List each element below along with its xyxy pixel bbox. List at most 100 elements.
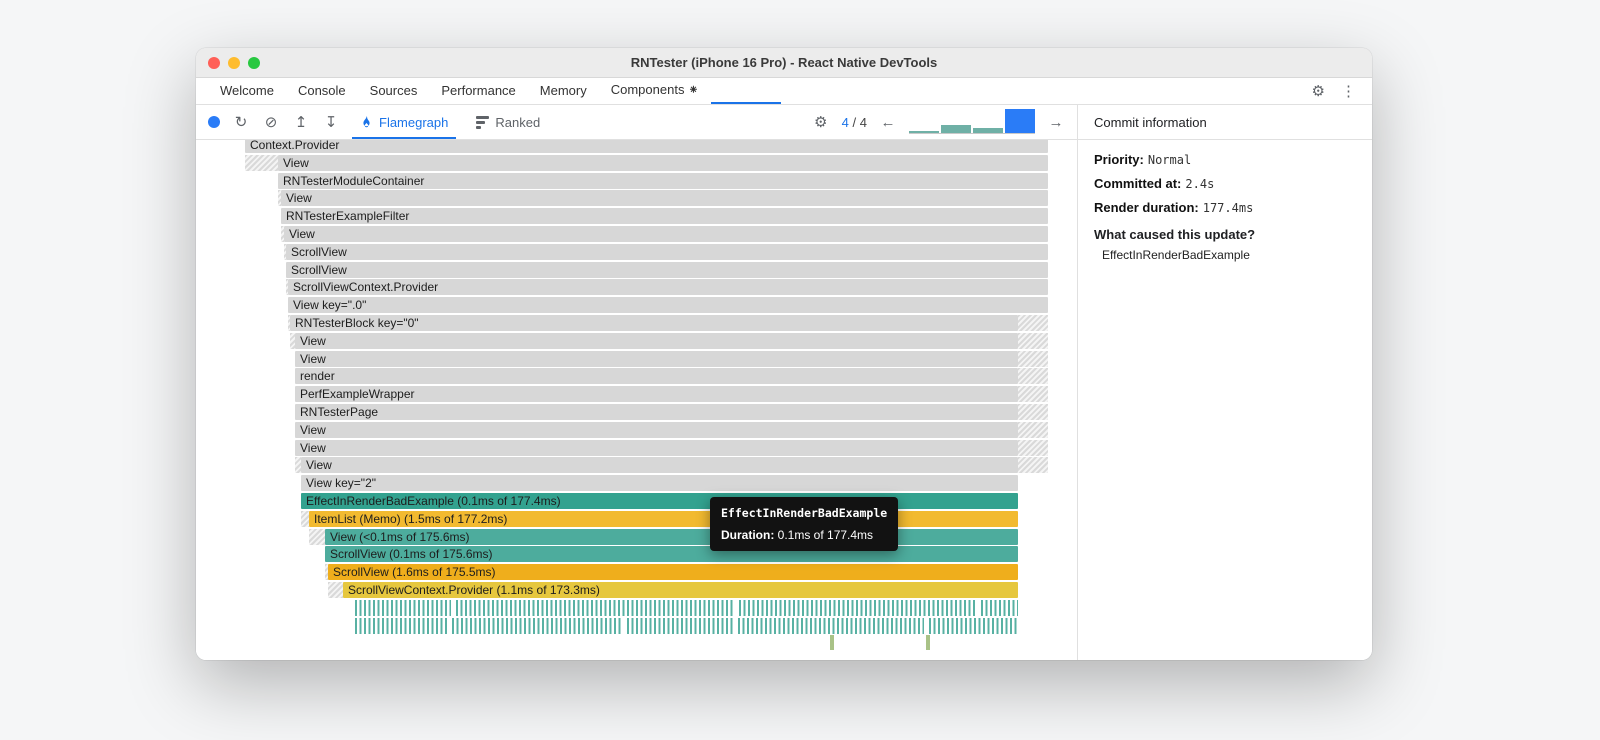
reload-and-profile-icon[interactable]: ↻ [232, 113, 250, 131]
previous-commit-arrow-icon[interactable]: ← [879, 114, 897, 131]
flame-bar[interactable]: ScrollView (1.6ms of 175.5ms) [328, 564, 1018, 581]
flame-bar[interactable]: ScrollView (0.1ms of 175.6ms) [325, 546, 1018, 563]
clear-profile-icon[interactable]: ⊘ [262, 113, 280, 131]
flame-micro-bars[interactable] [355, 617, 447, 634]
flame-bar[interactable]: View key="2" [301, 475, 1018, 492]
tab-memory[interactable]: Memory [528, 78, 599, 104]
flame-bar[interactable]: PerfExampleWrapper [295, 386, 1018, 403]
field-value: 177.4ms [1202, 201, 1254, 215]
flame-didnotrender-hatch [1018, 332, 1048, 349]
ranked-bars-icon [476, 115, 490, 129]
commit-current: 4 [841, 114, 849, 130]
flame-bar[interactable]: View key=".0" [288, 297, 1048, 314]
commit-info-fields: Priority: Normal Committed at: 2.4s Render d… [1094, 152, 1356, 215]
tab-label: Memory [539, 82, 587, 98]
flame-bar[interactable]: EffectInRenderBadExample (0.1ms of 177.4… [301, 493, 1018, 509]
flamegraph[interactable]: EffectInRenderBadExample Duration: 0.1ms… [196, 140, 1078, 660]
flame-micro-bars[interactable] [452, 617, 622, 634]
settings-gear-icon[interactable]: ⚙ [1312, 82, 1325, 100]
flame-micro-bars[interactable] [739, 599, 977, 616]
import-profile-icon[interactable]: ↥ [292, 113, 310, 131]
more-options-icon[interactable]: ⋮ [1341, 82, 1356, 100]
tab-flamegraph[interactable]: Flamegraph [352, 105, 456, 139]
tab-label: Components ⁕ [610, 82, 699, 97]
tab-active[interactable] [710, 78, 781, 104]
tab-components[interactable]: Components ⁕ [599, 78, 711, 104]
tab-ranked[interactable]: Ranked [468, 105, 548, 139]
commit-total: / 4 [852, 114, 867, 130]
tab-performance[interactable]: Performance [429, 78, 527, 104]
flame-bar[interactable]: View [278, 154, 1048, 171]
devtools-window: RNTester (iPhone 16 Pro) - React Native … [196, 48, 1372, 660]
zoom-window-button[interactable] [248, 57, 260, 69]
flame-didnotrender-hatch [1018, 404, 1048, 420]
flame-bar[interactable]: View [295, 439, 1018, 456]
flame-bar[interactable]: ScrollViewContext.Provider (1.1ms of 173… [343, 582, 1018, 598]
flame-bar[interactable]: View [295, 332, 1018, 349]
flame-tooltip: EffectInRenderBadExample Duration: 0.1ms… [710, 497, 899, 551]
flame-micro-bars[interactable] [355, 599, 451, 616]
flame-didnotrender-hatch [1018, 315, 1048, 331]
minimize-window-button[interactable] [228, 57, 240, 69]
flame-micro-bars[interactable] [830, 635, 834, 651]
flame-micro-bars[interactable] [929, 617, 1018, 634]
flame-bar[interactable]: View [301, 457, 1018, 474]
profiler-toolbar-row: ↻ ⊘ ↥ ↧ Flamegraph Ranked ⚙ 4 / 4 ← → Co… [196, 105, 1372, 140]
field-label: Committed at: [1094, 176, 1182, 191]
flame-micro-bars[interactable] [926, 635, 930, 651]
profiler-toolbar: ↻ ⊘ ↥ ↧ Flamegraph Ranked ⚙ 4 / 4 ← → [196, 105, 1078, 139]
commit-bar-4[interactable] [1005, 109, 1035, 133]
commit-chart [909, 109, 1035, 134]
update-cause-value[interactable]: EffectInRenderBadExample [1094, 248, 1356, 262]
field-label: Render duration: [1094, 200, 1199, 215]
flame-bar[interactable]: View [295, 421, 1018, 438]
flame-bar[interactable]: Context.Provider [245, 140, 1048, 153]
flame-micro-bars[interactable] [627, 617, 733, 634]
flame-didnotrender-hatch [1018, 368, 1048, 385]
commit-info-field: Render duration: 177.4ms [1094, 200, 1356, 215]
flame-micro-bars[interactable] [456, 599, 734, 616]
flame-didnotrender-hatch [1018, 350, 1048, 367]
tab-console[interactable]: Console [286, 78, 358, 104]
commit-info-field: Committed at: 2.4s [1094, 176, 1356, 191]
traffic-lights [208, 57, 260, 69]
flame-bar[interactable]: RNTesterExampleFilter [281, 208, 1048, 225]
flame-bar[interactable]: render [295, 368, 1018, 385]
flame-bar[interactable]: RNTesterPage [295, 404, 1018, 420]
commit-information-header: Commit information [1094, 114, 1207, 130]
tooltip-duration: Duration: 0.1ms of 177.4ms [721, 528, 887, 542]
field-value: 2.4s [1185, 177, 1215, 191]
record-button[interactable] [208, 116, 220, 128]
flame-bar[interactable]: ScrollView [286, 261, 1048, 278]
flame-bar[interactable]: View [281, 190, 1048, 207]
export-profile-icon[interactable]: ↧ [322, 113, 340, 131]
flame-bar[interactable]: View [295, 350, 1018, 367]
commit-counter: 4 / 4 [842, 115, 867, 130]
commit-bar-3[interactable] [973, 128, 1003, 133]
flame-bar[interactable]: ScrollView [286, 243, 1048, 260]
flame-micro-bars[interactable] [738, 617, 924, 634]
tab-flamegraph-label: Flamegraph [379, 114, 449, 130]
flame-bar[interactable]: View (<0.1ms of 175.6ms) [325, 528, 1018, 545]
tab-sources[interactable]: Sources [358, 78, 430, 104]
commit-bar-1[interactable] [909, 131, 939, 133]
next-commit-arrow-icon[interactable]: → [1047, 114, 1065, 131]
flame-micro-bars[interactable] [981, 599, 1018, 616]
flame-bar[interactable]: ItemList (Memo) (1.5ms of 177.2ms) [309, 510, 1018, 527]
flame-didnotrender-hatch [328, 582, 343, 598]
tooltip-duration-label: Duration: [721, 528, 775, 542]
flame-bar[interactable]: RNTesterBlock key="0" [290, 315, 1018, 331]
flame-icon [363, 115, 370, 127]
flame-bar[interactable]: ScrollViewContext.Provider [288, 279, 1048, 296]
flame-bar[interactable]: RNTesterModuleContainer [278, 172, 1048, 189]
devtools-tabbar: Welcome Console Sources Performance Memory Co… [196, 78, 1372, 105]
flame-didnotrender-hatch [245, 154, 278, 171]
tab-welcome[interactable]: Welcome [208, 78, 286, 104]
flame-bar[interactable]: View [284, 226, 1048, 242]
profiler-settings-gear-icon[interactable]: ⚙ [812, 113, 830, 131]
commit-bar-2[interactable] [941, 125, 971, 133]
close-window-button[interactable] [208, 57, 220, 69]
tab-label: Performance [441, 82, 516, 98]
tab-label: Sources [369, 82, 418, 98]
commit-navigator: ⚙ 4 / 4 ← → [812, 109, 1065, 134]
